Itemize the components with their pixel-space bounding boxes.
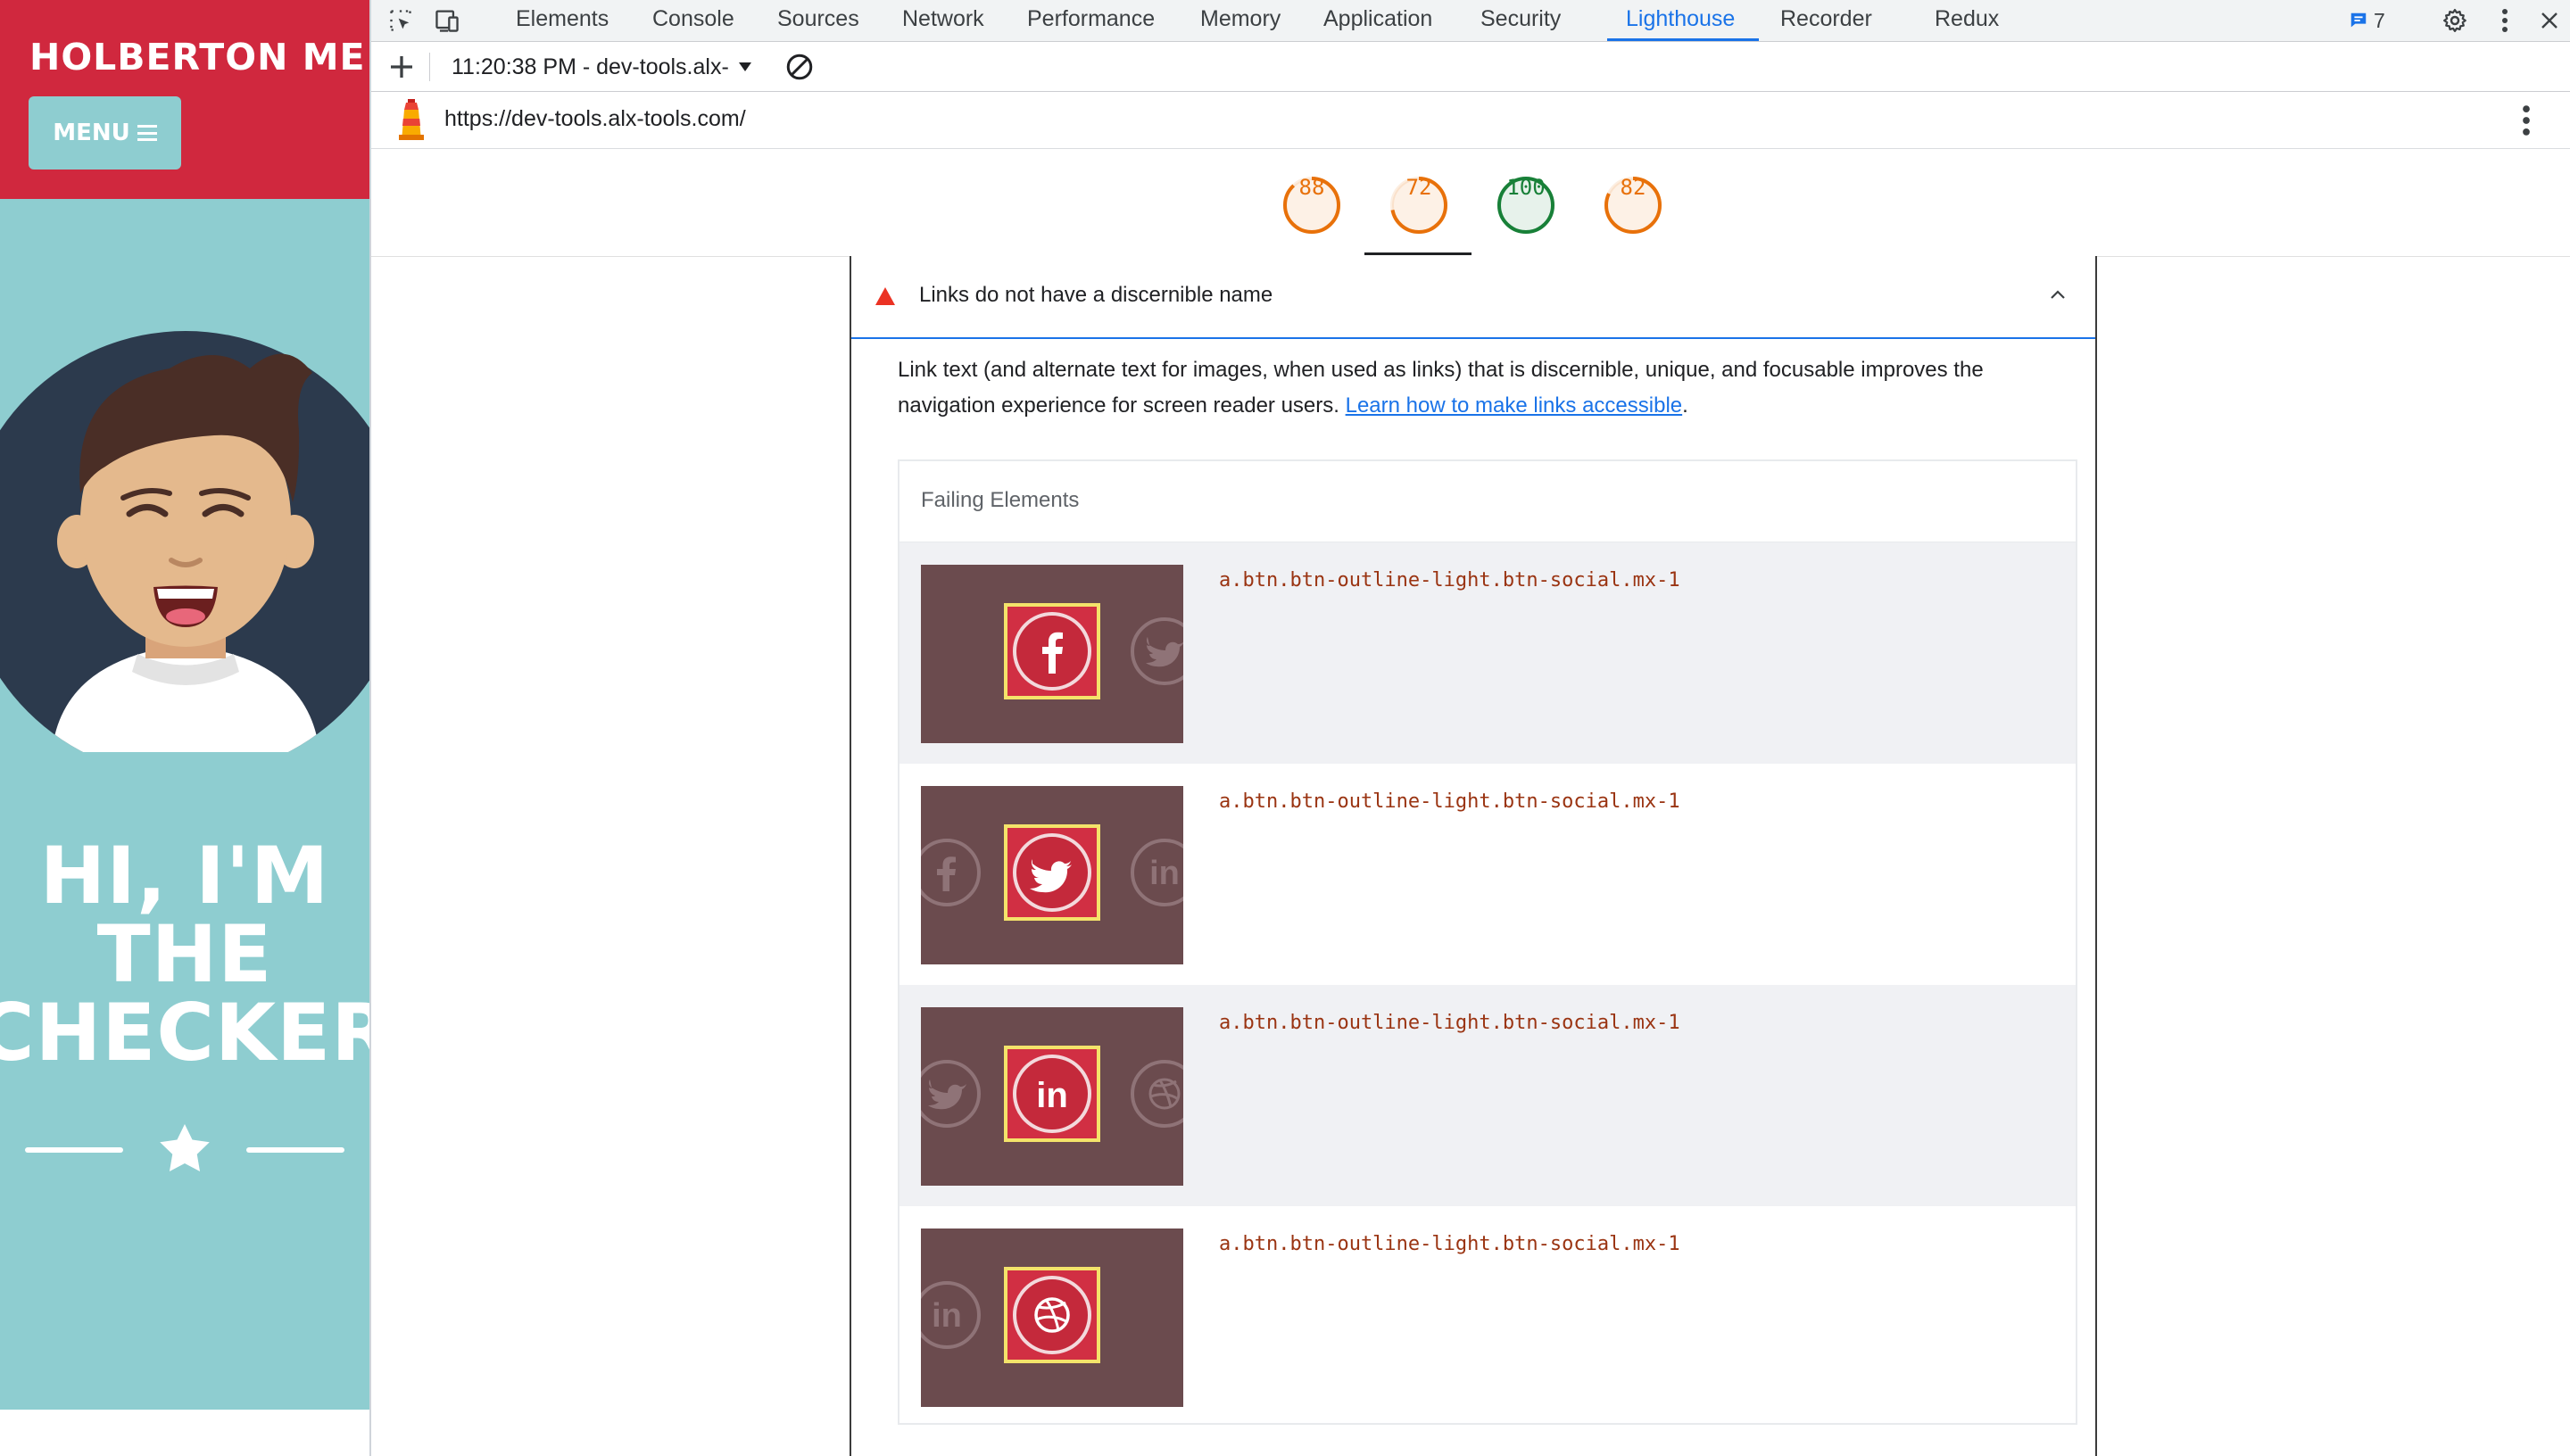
fail-triangle-icon [875, 287, 895, 305]
score-gauge[interactable]: 88 [1281, 175, 1342, 236]
inspect-element-icon[interactable] [386, 5, 416, 36]
css-selector[interactable]: a.btn.btn-outline-light.btn-social.mx-1 [1219, 1233, 1680, 1255]
tab-performance[interactable]: Performance [1027, 0, 1155, 41]
dribbble-icon [1131, 1060, 1183, 1128]
facebook-icon [921, 839, 981, 906]
avatar-illustration [0, 331, 369, 752]
score-gauge[interactable]: 100 [1496, 175, 1556, 236]
hero-line: THE [96, 908, 273, 1000]
audit-description-end: . [1682, 393, 1688, 418]
active-score-indicator [1364, 252, 1472, 255]
toolbar-separator [429, 53, 430, 81]
more-options-icon[interactable] [2490, 5, 2520, 36]
css-selector[interactable]: a.btn.btn-outline-light.btn-social.mx-1 [1219, 569, 1680, 592]
failing-elements-header: Failing Elements [900, 461, 2076, 542]
lighthouse-logo-icon [399, 99, 424, 140]
failing-element-row[interactable]: a.btn.btn-outline-light.btn-social.mx-1 [900, 542, 2076, 764]
element-screenshot: in [921, 1007, 1183, 1186]
audit-header[interactable]: Links do not have a discernible name [851, 256, 2095, 339]
element-screenshot [921, 565, 1183, 743]
menu-button[interactable]: MENU [29, 96, 181, 170]
failing-elements-label: Failing Elements [921, 488, 1080, 512]
svg-text:in: in [1149, 855, 1180, 892]
tab-console[interactable]: Console [652, 0, 734, 41]
report-menu-icon[interactable] [2513, 104, 2540, 136]
hamburger-icon [137, 125, 157, 141]
tab-lighthouse[interactable]: Lighthouse [1626, 0, 1735, 41]
active-tab-indicator [1607, 38, 1759, 41]
page-preview: HOLBERTON ME MENU HI, I'M THE CHECKER [0, 0, 369, 1456]
hero-heading: HI, I'M THE CHECKER [0, 837, 369, 1072]
device-toolbar-icon[interactable] [432, 5, 462, 36]
clear-all-icon[interactable] [783, 51, 816, 83]
tab-recorder[interactable]: Recorder [1780, 0, 1872, 41]
hero-line: HI, I'M [39, 830, 330, 922]
linkedin-icon: in [1004, 1046, 1100, 1142]
twitter-icon [921, 1060, 981, 1128]
audit-panel: Links do not have a discernible name Lin… [850, 256, 2097, 1456]
failing-element-row[interactable]: in a.btn.btn-outline-light.btn-social.mx… [900, 1206, 2076, 1427]
twitter-icon [1004, 824, 1100, 921]
failing-elements-table: Failing Elements a.btn.btn-outline-light… [898, 459, 2077, 1425]
score-value: 100 [1506, 175, 1546, 200]
tab-redux[interactable]: Redux [1935, 0, 1999, 41]
element-screenshot: in [921, 786, 1183, 964]
score-value: 88 [1298, 175, 1325, 200]
report-dropdown-value: 11:20:38 PM - dev-tools.alx- [452, 54, 729, 79]
report-url: https://dev-tools.alx-tools.com/ [444, 106, 746, 131]
report-url-bar: https://dev-tools.alx-tools.com/ [371, 92, 2570, 149]
issues-icon [2350, 12, 2367, 28]
tab-security[interactable]: Security [1480, 0, 1561, 41]
score-gauge[interactable]: 72 [1389, 175, 1449, 236]
twitter-icon [1131, 617, 1183, 685]
svg-text:in: in [1036, 1076, 1068, 1115]
close-devtools-icon[interactable] [2534, 5, 2565, 36]
score-value: 82 [1620, 175, 1646, 200]
svg-text:in: in [932, 1297, 962, 1335]
failing-element-row[interactable]: in a.btn.btn-outline-light.btn-social.mx… [900, 985, 2076, 1206]
tab-elements[interactable]: Elements [516, 0, 609, 41]
lighthouse-toolbar: 11:20:38 PM - dev-tools.alx- [371, 42, 2570, 92]
chevron-up-icon[interactable] [2047, 285, 2068, 306]
audit-title: Links do not have a discernible name [919, 283, 1273, 307]
dropdown-triangle-icon [738, 62, 751, 71]
linkedin-icon: in [921, 1281, 981, 1349]
tab-network[interactable]: Network [902, 0, 984, 41]
facebook-icon [1004, 603, 1100, 699]
failing-element-row[interactable]: in a.btn.btn-outline-light.btn-social.mx… [900, 764, 2076, 985]
score-gauges-bar: 88 72 100 82 [371, 149, 2570, 257]
css-selector[interactable]: a.btn.btn-outline-light.btn-social.mx-1 [1219, 1012, 1680, 1034]
divider-line [246, 1147, 344, 1153]
menu-label: MENU [53, 120, 130, 146]
hero-section: HI, I'M THE CHECKER [0, 199, 369, 1410]
star-icon [160, 1123, 210, 1172]
tab-application[interactable]: Application [1323, 0, 1432, 41]
devtools-panel: Elements Console Sources Network Perform… [369, 0, 2570, 1456]
hero-line: CHECKER [0, 987, 369, 1079]
issues-badge[interactable]: 7 [2349, 5, 2385, 36]
divider-line [25, 1147, 123, 1153]
css-selector[interactable]: a.btn.btn-outline-light.btn-social.mx-1 [1219, 790, 1680, 813]
audit-description: Link text (and alternate text for images… [898, 352, 2058, 424]
learn-more-link[interactable]: Learn how to make links accessible [1346, 393, 1683, 418]
element-screenshot: in [921, 1228, 1183, 1407]
star-divider [25, 1118, 344, 1180]
score-gauge[interactable]: 82 [1603, 175, 1663, 236]
issues-count: 7 [2374, 8, 2385, 32]
new-report-plus-icon[interactable] [386, 51, 418, 83]
tab-sources[interactable]: Sources [777, 0, 859, 41]
site-navbar: HOLBERTON ME MENU [0, 0, 369, 199]
dribbble-icon [1004, 1267, 1100, 1363]
site-brand[interactable]: HOLBERTON ME [29, 36, 366, 79]
score-value: 72 [1405, 175, 1432, 200]
devtools-tabbar: Elements Console Sources Network Perform… [371, 0, 2570, 42]
linkedin-icon: in [1131, 839, 1183, 906]
report-dropdown[interactable]: 11:20:38 PM - dev-tools.alx- [452, 51, 752, 83]
settings-gear-icon[interactable] [2440, 5, 2470, 36]
tab-memory[interactable]: Memory [1200, 0, 1281, 41]
